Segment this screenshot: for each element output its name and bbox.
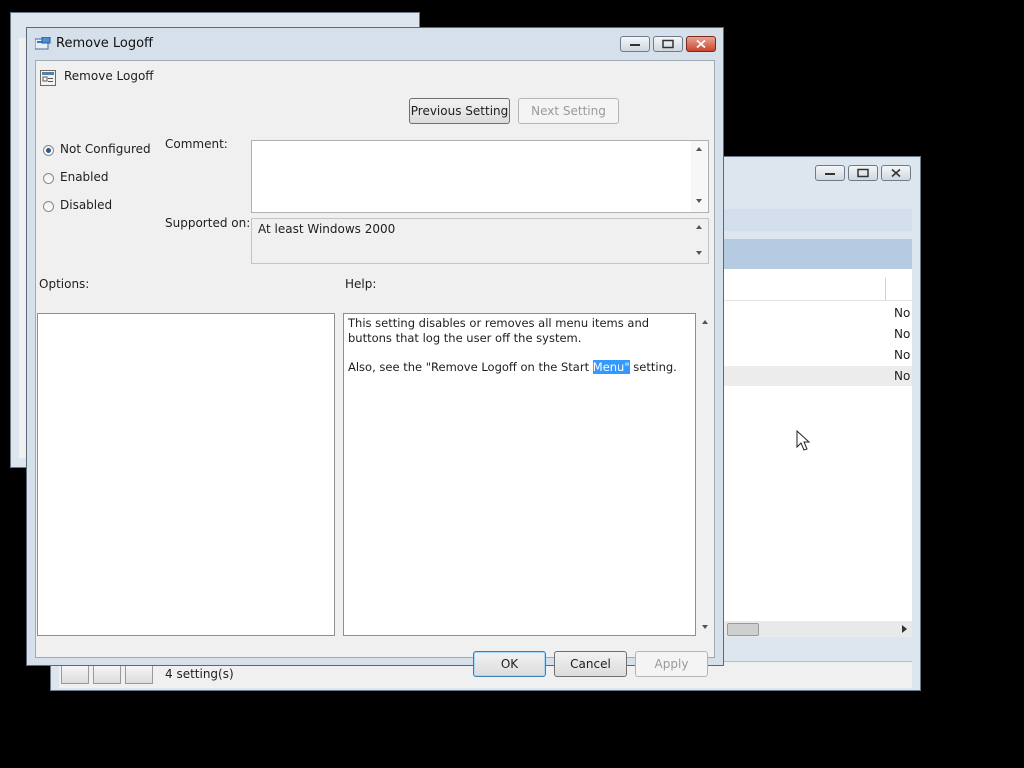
options-label: Options:	[39, 277, 90, 291]
supported-on-label: Supported on:	[165, 216, 251, 230]
bg-column-divider	[885, 278, 886, 300]
scroll-up-icon[interactable]	[702, 320, 708, 324]
radio-enabled[interactable]	[43, 173, 54, 184]
radio-not-configured-label[interactable]: Not Configured	[60, 142, 151, 156]
comment-scrollbar[interactable]	[691, 141, 708, 212]
help-paragraph-2-end: setting.	[629, 360, 677, 374]
status-text: 4 setting(s)	[165, 667, 234, 681]
minimize-button[interactable]	[620, 36, 650, 52]
radio-not-configured[interactable]	[43, 145, 54, 156]
dialog-client-area: Remove Logoff Previous Setting Next Sett…	[35, 60, 715, 677]
cancel-button[interactable]: Cancel	[554, 651, 627, 677]
radio-disabled-label[interactable]: Disabled	[60, 198, 112, 212]
scroll-down-icon[interactable]	[696, 199, 702, 203]
previous-setting-button[interactable]: Previous Setting	[409, 98, 510, 124]
restore-icon	[857, 168, 869, 178]
bg-status-button-3[interactable]	[125, 664, 153, 684]
bg-status-button-1[interactable]	[61, 664, 89, 684]
bg-row-value: No	[894, 348, 911, 362]
help-scrollbar[interactable]	[697, 313, 713, 636]
close-icon	[891, 168, 901, 178]
minimize-icon	[825, 173, 835, 175]
comment-label: Comment:	[165, 137, 228, 151]
mouse-cursor-icon	[796, 430, 811, 451]
comment-field[interactable]	[251, 140, 709, 213]
help-paragraph-2: Also, see the "Remove Logoff on the Star…	[348, 360, 692, 375]
minimize-icon	[630, 44, 640, 46]
bg-scroll-thumb[interactable]	[727, 623, 759, 636]
radio-disabled[interactable]	[43, 201, 54, 212]
bg-restore-button[interactable]	[848, 165, 878, 181]
scroll-up-icon[interactable]	[696, 225, 702, 229]
ok-button[interactable]: OK	[473, 651, 546, 677]
scroll-right-icon[interactable]	[902, 625, 908, 633]
help-text: This setting disables or removes all men…	[348, 316, 692, 375]
next-setting-button[interactable]: Next Setting	[518, 98, 619, 124]
scroll-up-icon[interactable]	[696, 147, 702, 151]
help-selected-text: Menu"	[592, 360, 630, 374]
scroll-down-icon[interactable]	[696, 251, 702, 255]
supported-on-scrollbar[interactable]	[691, 219, 708, 263]
maximize-button[interactable]	[653, 36, 683, 52]
close-button[interactable]	[686, 36, 716, 52]
bg-close-button[interactable]	[881, 165, 911, 181]
close-icon	[696, 39, 706, 49]
setting-name: Remove Logoff	[64, 69, 154, 83]
apply-button[interactable]: Apply	[635, 651, 708, 677]
policy-title-icon	[35, 37, 51, 50]
policy-setting-icon	[40, 70, 56, 86]
supported-on-field: At least Windows 2000	[251, 218, 709, 264]
bg-row-value: No	[894, 306, 911, 320]
bg-minimize-button[interactable]	[815, 165, 845, 181]
maximize-icon	[662, 39, 674, 49]
help-label: Help:	[345, 277, 377, 291]
options-panel	[37, 313, 335, 636]
help-paragraph-1: This setting disables or removes all men…	[348, 316, 650, 345]
dialog-title: Remove Logoff	[56, 36, 154, 51]
bg-row-value: No	[894, 327, 911, 341]
remove-logoff-dialog: Remove Logoff Remove Logoff Previous Set…	[26, 27, 724, 677]
help-panel: This setting disables or removes all men…	[343, 313, 696, 636]
radio-enabled-label[interactable]: Enabled	[60, 170, 109, 184]
bg-status-button-2[interactable]	[93, 664, 121, 684]
bg-row-value: No	[894, 369, 911, 383]
scroll-down-icon[interactable]	[702, 625, 708, 629]
help-paragraph-2-text: Also, see the "Remove Logoff on the Star…	[348, 360, 593, 374]
supported-on-value: At least Windows 2000	[258, 222, 396, 236]
